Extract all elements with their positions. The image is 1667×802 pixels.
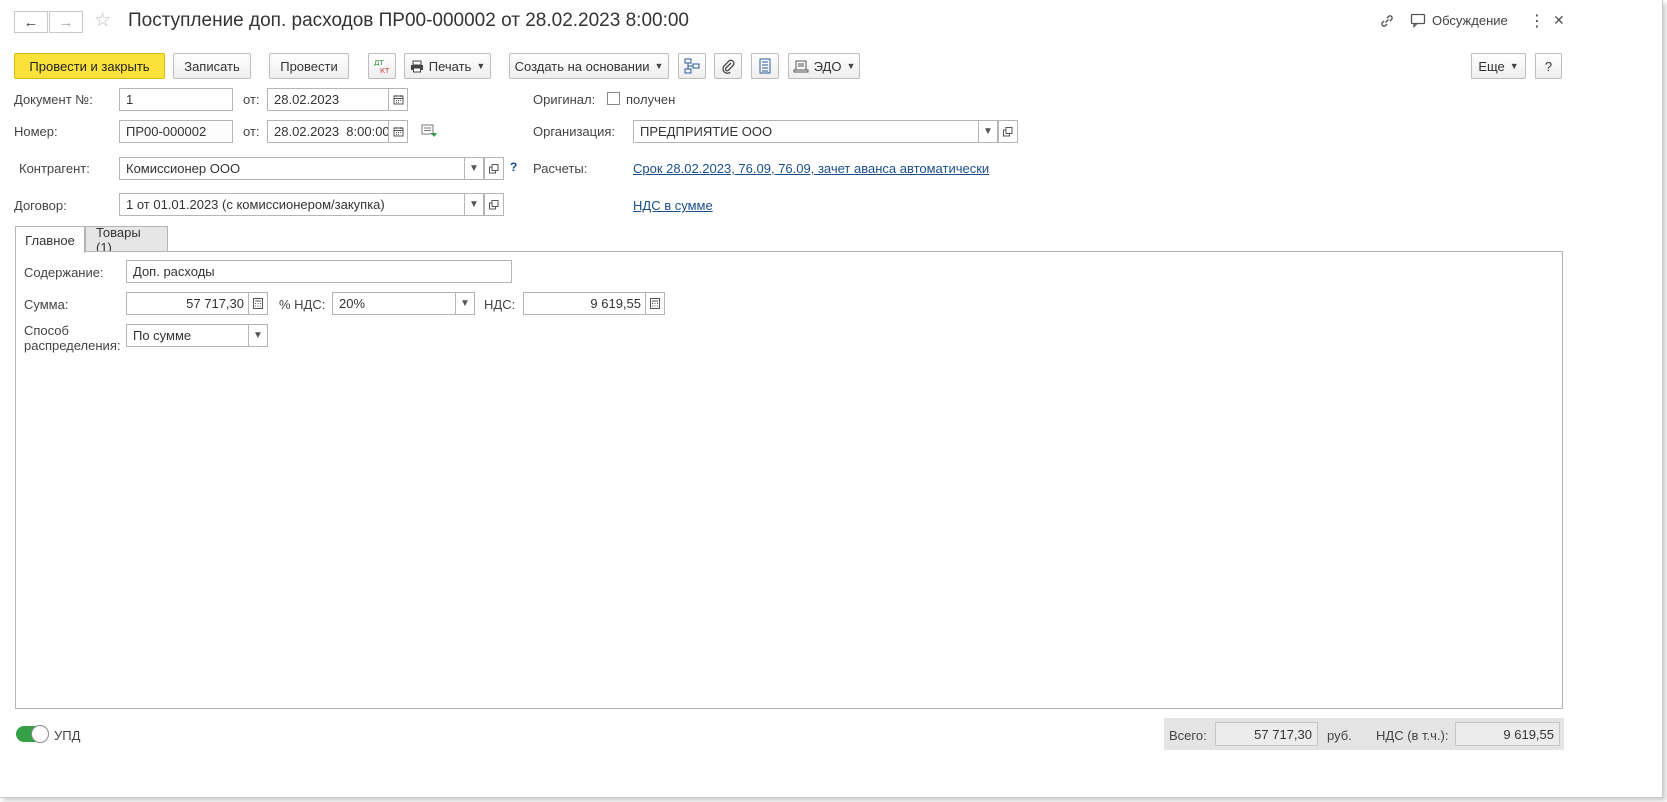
total-label: Всего:: [1169, 728, 1207, 743]
document-journal-icon[interactable]: [421, 124, 438, 141]
vat-rate-label: % НДС:: [279, 297, 326, 312]
save-button[interactable]: Записать: [173, 53, 251, 79]
tab-main[interactable]: Главное: [15, 226, 85, 253]
chevron-down-icon: ▼: [846, 61, 856, 71]
discussion-icon: [1410, 13, 1426, 28]
print-label: Печать: [428, 58, 472, 74]
counterparty-label: Контрагент:: [19, 161, 90, 176]
print-button[interactable]: Печать ▼: [404, 53, 491, 79]
sum-input[interactable]: 57 717,30: [126, 292, 249, 315]
link-icon[interactable]: [1379, 13, 1397, 31]
number-date-from-label: от:: [243, 124, 260, 139]
currency-label: руб.: [1327, 728, 1352, 743]
chevron-down-icon[interactable]: ▼: [455, 292, 475, 315]
received-checkbox[interactable]: [607, 92, 620, 105]
more-menu-icon[interactable]: ⋮: [1529, 11, 1545, 31]
contract-input[interactable]: 1 от 01.01.2023 (с комиссионером/закупка…: [119, 193, 465, 216]
help-button[interactable]: ?: [1535, 53, 1562, 79]
doc-no-label: Документ №:: [14, 92, 93, 107]
forward-button[interactable]: →: [49, 11, 83, 33]
back-button[interactable]: ←: [14, 11, 48, 33]
printer-icon: [410, 60, 423, 72]
calculator-icon[interactable]: [645, 292, 665, 315]
received-label: получен: [626, 92, 676, 107]
chevron-down-icon: ▼: [1509, 61, 1519, 71]
help-question-icon[interactable]: ?: [510, 160, 517, 174]
settlements-label: Расчеты:: [533, 161, 588, 176]
chevron-down-icon[interactable]: ▼: [464, 157, 484, 180]
open-counterparty-icon[interactable]: [484, 157, 504, 180]
report-button[interactable]: [751, 53, 779, 79]
create-based-on-button[interactable]: Создать на основании ▼: [509, 53, 669, 79]
discussion-label: Обсуждение: [1432, 13, 1508, 28]
doc-date-from-label: от:: [243, 92, 260, 107]
distribution-label-line2: распределения:: [24, 338, 121, 353]
forward-icon: →: [58, 13, 74, 31]
more-button[interactable]: Еще ▼: [1471, 53, 1526, 79]
chevron-down-icon: ▼: [476, 61, 486, 71]
paperclip-icon: [722, 59, 735, 74]
edo-button[interactable]: ЭДО ▼: [788, 53, 860, 79]
total-value: 57 717,30: [1215, 722, 1318, 746]
sum-label: Сумма:: [24, 297, 69, 312]
back-icon: ←: [23, 13, 39, 31]
distribution-method-input[interactable]: По сумме: [126, 324, 249, 347]
vat-rate-input[interactable]: 20%: [332, 292, 456, 315]
chevron-down-icon: ▼: [654, 61, 664, 71]
attach-button[interactable]: [714, 53, 742, 79]
contract-label: Договор:: [14, 198, 67, 213]
calendar-icon[interactable]: [388, 120, 408, 143]
vat-label: НДС:: [484, 297, 516, 312]
discussion-button[interactable]: Обсуждение: [1410, 13, 1508, 28]
post-button[interactable]: Провести: [269, 53, 349, 79]
distribution-label: Способ распределения:: [24, 323, 120, 353]
doc-date-input[interactable]: 28.02.2023: [267, 88, 389, 111]
dt-kt-button[interactable]: ДТ КТ: [368, 53, 396, 79]
close-icon[interactable]: ✕: [1553, 12, 1565, 29]
chevron-down-icon[interactable]: ▼: [978, 120, 998, 143]
chevron-down-icon[interactable]: ▼: [464, 193, 484, 216]
page-title: Поступление доп. расходов ПР00-000002 от…: [128, 10, 689, 31]
vat-in-sum-link[interactable]: НДС в сумме: [633, 198, 713, 213]
document-list-icon: [759, 58, 771, 74]
organization-label: Организация:: [533, 124, 616, 139]
settlements-link[interactable]: Срок 28.02.2023, 76.09, 76.09, зачет ава…: [633, 161, 989, 176]
more-label: Еще: [1478, 58, 1505, 74]
upd-toggle[interactable]: [16, 725, 49, 743]
create-based-label: Создать на основании: [514, 58, 650, 74]
original-label: Оригинал:: [533, 92, 596, 107]
vat-input[interactable]: 9 619,55: [523, 292, 646, 315]
open-organization-icon[interactable]: [998, 120, 1018, 143]
tab-panel-main: [15, 251, 1563, 709]
calculator-icon[interactable]: [248, 292, 268, 315]
tab-goods[interactable]: Товары (1): [85, 225, 168, 255]
number-input[interactable]: ПР00-000002: [119, 120, 233, 143]
calendar-icon[interactable]: [388, 88, 408, 111]
organization-input[interactable]: ПРЕДПРИЯТИЕ ООО: [633, 120, 979, 143]
svg-text:ДТ: ДТ: [374, 59, 384, 67]
chevron-down-icon[interactable]: ▼: [248, 324, 268, 347]
edo-label: ЭДО: [813, 58, 842, 74]
open-contract-icon[interactable]: [484, 193, 504, 216]
number-date-input[interactable]: 28.02.2023 8:00:00: [267, 120, 389, 143]
edo-icon: [793, 60, 809, 72]
vat-incl-value: 9 619,55: [1455, 722, 1560, 746]
upd-label: УПД: [54, 728, 81, 743]
number-label: Номер:: [14, 124, 58, 139]
counterparty-input[interactable]: Комиссионер ООО: [119, 157, 465, 180]
structure-icon: [684, 58, 700, 74]
svg-text:КТ: КТ: [380, 67, 390, 74]
post-and-close-button[interactable]: Провести и закрыть: [14, 53, 165, 79]
vat-incl-label: НДС (в т.ч.):: [1376, 728, 1449, 743]
distribution-label-line1: Способ: [24, 323, 69, 338]
content-label: Содержание:: [24, 265, 104, 280]
favorite-star-icon[interactable]: ☆: [94, 9, 111, 32]
content-input[interactable]: Доп. расходы: [126, 260, 512, 283]
doc-no-input[interactable]: 1: [119, 88, 233, 111]
document-window: ← → ☆ Поступление доп. расходов ПР00-000…: [0, 0, 1663, 798]
dt-kt-icon: ДТ КТ: [374, 59, 390, 74]
structure-button[interactable]: [678, 53, 706, 79]
